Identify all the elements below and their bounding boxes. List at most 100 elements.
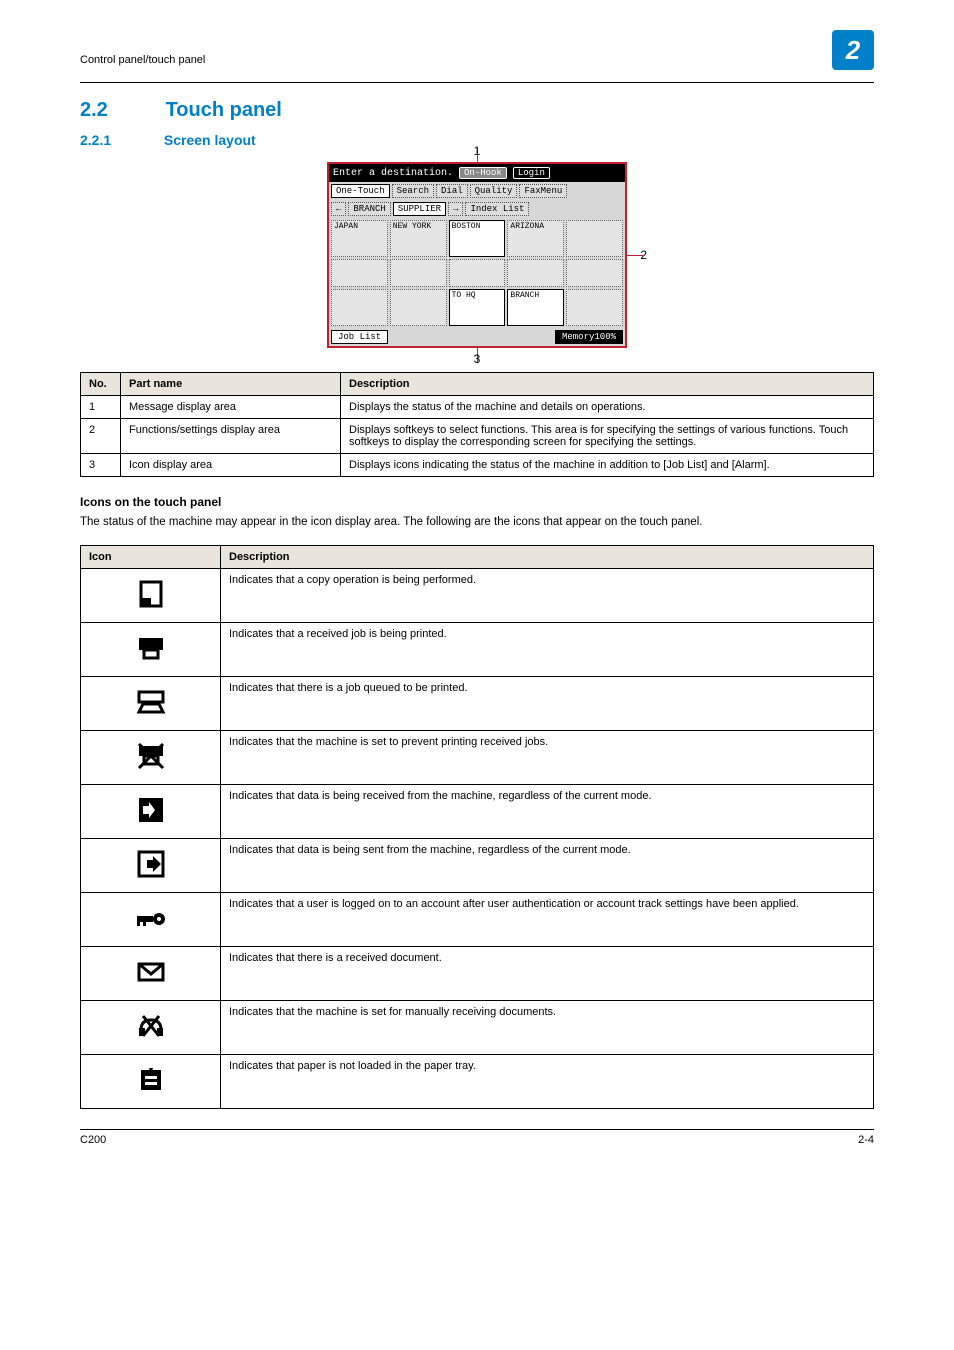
copy-icon	[135, 578, 167, 610]
icon-user-desc: Indicates that a user is logged on to an…	[221, 892, 874, 946]
grid-empty[interactable]	[566, 259, 623, 287]
tab-arrow-left[interactable]: ←	[331, 202, 346, 216]
tab-arrow-right[interactable]: →	[448, 202, 463, 216]
grid-tohq[interactable]: TO HQ	[449, 289, 506, 326]
grid-branch2[interactable]: BRANCH	[507, 289, 564, 326]
table-row: 2 Functions/settings display area Displa…	[81, 419, 874, 454]
icon-user-cell	[81, 892, 221, 946]
tab-quality[interactable]: Quality	[470, 184, 518, 198]
tab-search[interactable]: Search	[392, 184, 434, 198]
login-pill[interactable]: Login	[513, 167, 550, 179]
icons-intro: The status of the machine may appear in …	[80, 515, 874, 531]
table-row: Indicates that the machine is set for ma…	[81, 1000, 874, 1054]
section-title: Touch panel	[166, 99, 282, 121]
table-row: Indicates that a received job is being p…	[81, 622, 874, 676]
memory-indicator: Memory100%	[555, 330, 623, 344]
grid-empty[interactable]	[449, 259, 506, 287]
parts-1-desc: Displays the status of the machine and d…	[341, 396, 874, 419]
lcd-tabs-2: ← BRANCH SUPPLIER → Index List	[329, 200, 625, 218]
queue-icon	[135, 686, 167, 718]
icon-mail-cell	[81, 946, 221, 1000]
table-row: Indicates that data is being received fr…	[81, 784, 874, 838]
parts-3-no: 3	[81, 454, 121, 477]
lcd-grid: JAPAN NEW YORK BOSTON ARIZONA TO HQ BRAN…	[329, 218, 625, 328]
page-footer: C200 2-4	[80, 1129, 874, 1146]
parts-2-desc: Displays softkeys to select functions. T…	[341, 419, 874, 454]
parts-h-desc: Description	[341, 373, 874, 396]
icon-copy-desc: Indicates that a copy operation is being…	[221, 568, 874, 622]
callout-2: 2	[640, 248, 647, 262]
footer-left: C200	[80, 1134, 106, 1146]
footer-right: 2-4	[858, 1134, 874, 1146]
tab-index-list[interactable]: Index List	[465, 202, 529, 216]
parts-3-desc: Displays icons indicating the status of …	[341, 454, 874, 477]
grid-japan[interactable]: JAPAN	[331, 220, 388, 257]
grid-empty[interactable]	[331, 259, 388, 287]
user-key-icon	[135, 902, 167, 934]
icon-recv-cell	[81, 784, 221, 838]
icons-h-desc: Description	[221, 545, 874, 568]
icon-send-cell	[81, 838, 221, 892]
running-header: Control panel/touch panel 2	[80, 40, 874, 83]
grid-empty[interactable]	[331, 289, 388, 326]
icons-table: Icon Description Indicates that a copy o…	[80, 545, 874, 1109]
grid-empty[interactable]	[566, 220, 623, 257]
parts-3-name: Icon display area	[121, 454, 341, 477]
chapter-badge: 2	[832, 30, 874, 70]
table-row: Indicates that a user is logged on to an…	[81, 892, 874, 946]
tab-dial[interactable]: Dial	[436, 184, 468, 198]
grid-empty[interactable]	[390, 289, 447, 326]
icon-print-cell	[81, 622, 221, 676]
icon-send-desc: Indicates that data is being sent from t…	[221, 838, 874, 892]
table-row: Indicates that there is a job queued to …	[81, 676, 874, 730]
table-row: Indicates that the machine is set to pre…	[81, 730, 874, 784]
tab-supplier[interactable]: SUPPLIER	[393, 202, 446, 216]
icon-mail-desc: Indicates that there is a received docum…	[221, 946, 874, 1000]
grid-newyork[interactable]: NEW YORK	[390, 220, 447, 257]
grid-boston[interactable]: BOSTON	[449, 220, 506, 257]
job-list-button[interactable]: Job List	[331, 330, 388, 344]
icon-nopaper-cell	[81, 1054, 221, 1108]
table-row: 3 Icon display area Displays icons indic…	[81, 454, 874, 477]
parts-2-name: Functions/settings display area	[121, 419, 341, 454]
grid-empty[interactable]	[507, 259, 564, 287]
icons-h-icon: Icon	[81, 545, 221, 568]
tab-one-touch[interactable]: One-Touch	[331, 184, 390, 198]
lcd-message-bar: Enter a destination. On-Hook Login	[329, 164, 625, 182]
noprint-icon	[135, 740, 167, 772]
table-row: Indicates that a copy operation is being…	[81, 568, 874, 622]
running-title: Control panel/touch panel	[80, 54, 205, 66]
tab-faxmenu[interactable]: FaxMenu	[519, 184, 567, 198]
lcd-tabs-1: One-Touch Search Dial Quality FaxMenu	[329, 182, 625, 200]
parts-2-no: 2	[81, 419, 121, 454]
table-row: Indicates that data is being sent from t…	[81, 838, 874, 892]
icon-print-desc: Indicates that a received job is being p…	[221, 622, 874, 676]
icon-manual-desc: Indicates that the machine is set for ma…	[221, 1000, 874, 1054]
icons-heading: Icons on the touch panel	[80, 495, 874, 509]
callout-1: 1	[474, 144, 481, 158]
table-row: Indicates that paper is not loaded in th…	[81, 1054, 874, 1108]
parts-1-no: 1	[81, 396, 121, 419]
subsection-number: 2.2.1	[80, 132, 160, 148]
lcd-bottom-bar: Job List Memory100%	[329, 328, 625, 346]
send-icon	[135, 848, 167, 880]
icon-queue-desc: Indicates that there is a job queued to …	[221, 676, 874, 730]
subsection-title: Screen layout	[164, 132, 256, 148]
grid-empty[interactable]	[390, 259, 447, 287]
tab-branch[interactable]: BRANCH	[348, 202, 390, 216]
table-row: Indicates that there is a received docum…	[81, 946, 874, 1000]
parts-table: No. Part name Description 1 Message disp…	[80, 372, 874, 477]
lcd-panel: Enter a destination. On-Hook Login One-T…	[327, 162, 627, 348]
parts-1-name: Message display area	[121, 396, 341, 419]
parts-h-name: Part name	[121, 373, 341, 396]
callout-3: 3	[474, 352, 481, 366]
receive-icon	[135, 794, 167, 826]
grid-empty[interactable]	[566, 289, 623, 326]
parts-h-no: No.	[81, 373, 121, 396]
lcd-message: Enter a destination.	[333, 168, 453, 179]
on-hook-pill[interactable]: On-Hook	[459, 167, 507, 179]
section-number: 2.2	[80, 99, 160, 122]
icon-nopaper-desc: Indicates that paper is not loaded in th…	[221, 1054, 874, 1108]
grid-arizona[interactable]: ARIZONA	[507, 220, 564, 257]
icon-noprint-cell	[81, 730, 221, 784]
